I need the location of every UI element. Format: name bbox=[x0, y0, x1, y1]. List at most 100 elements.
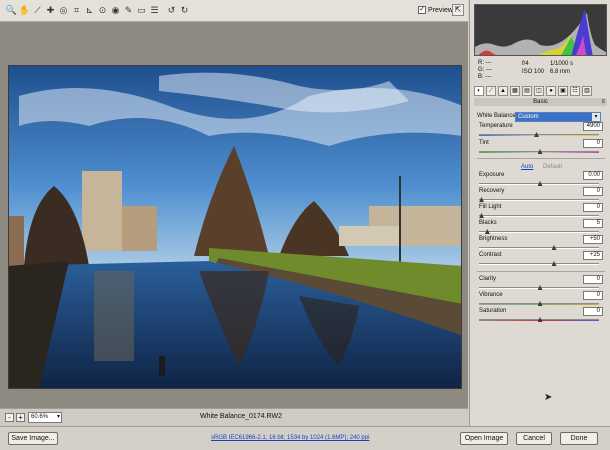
straighten-icon[interactable]: ⊾ bbox=[84, 5, 95, 16]
histogram-graph bbox=[475, 9, 606, 55]
tint-label: Tint bbox=[479, 140, 489, 146]
vibrance-value-field[interactable]: 0 bbox=[583, 291, 603, 300]
presets-tab-icon[interactable]: ☷ bbox=[570, 86, 580, 96]
auto-link[interactable]: Auto bbox=[521, 164, 533, 170]
contrast-value-field[interactable]: +25 bbox=[583, 251, 603, 260]
blacks-slider[interactable]: Blacks 5 bbox=[477, 219, 605, 236]
contrast-slider[interactable]: Contrast +25 bbox=[477, 251, 605, 268]
mouse-cursor-icon: ➤ bbox=[544, 392, 553, 403]
recovery-slider[interactable]: Recovery 0 bbox=[477, 187, 605, 204]
chevron-down-icon: ▾ bbox=[56, 414, 60, 420]
histogram bbox=[474, 4, 607, 56]
red-eye-icon[interactable]: ◉ bbox=[110, 5, 121, 16]
default-link[interactable]: Default bbox=[543, 164, 562, 170]
workflow-options-link[interactable]: sRGB IEC61966-2.1; 16 bit; 1534 by 1024 … bbox=[211, 435, 369, 441]
exposure-value-field[interactable]: 0.00 bbox=[583, 171, 603, 180]
white-balance-label: White Balance: bbox=[477, 113, 518, 119]
canvas-footer: - + 60.6% ▾ White Balance_0174.RW2 bbox=[0, 408, 468, 426]
adjustment-panel: R: --- G: --- B: --- f/4 1/1000 s ISO 100… bbox=[469, 0, 610, 426]
tool-group: 🔍 ✋ ⟋ ✚ ◎ ⌗ ⊾ ⊙ ◉ ✎ ▭ ☰ ↺ ↻ bbox=[6, 5, 192, 16]
bottom-bar: Save Image... sRGB IEC61966-2.1; 16 bit;… bbox=[0, 426, 610, 450]
white-balance-eyedropper-icon[interactable]: ⟋ bbox=[32, 5, 43, 16]
exposure-label: Exposure bbox=[479, 172, 505, 178]
hand-icon[interactable]: ✋ bbox=[19, 5, 30, 16]
clarity-slider[interactable]: Clarity 0 bbox=[477, 275, 605, 292]
preview-checkbox[interactable]: ✓ bbox=[418, 6, 426, 14]
panel-menu-icon[interactable]: ≡ bbox=[601, 98, 605, 106]
target-adjust-icon[interactable]: ◎ bbox=[58, 5, 69, 16]
temperature-value-field[interactable]: 4900 bbox=[583, 122, 603, 131]
clarity-label: Clarity bbox=[479, 276, 497, 282]
fill-light-label: Fill Light bbox=[479, 204, 502, 210]
done-button[interactable]: Done bbox=[560, 432, 598, 445]
snapshots-tab-icon[interactable]: ▥ bbox=[582, 86, 592, 96]
zoom-in-button[interactable]: + bbox=[16, 413, 25, 422]
divider bbox=[477, 271, 605, 272]
photo-preview[interactable] bbox=[8, 65, 462, 389]
basic-tab-icon[interactable]: ◐ bbox=[474, 86, 484, 96]
detail-tab-icon[interactable]: ▲ bbox=[498, 86, 508, 96]
temperature-label: Temperature bbox=[479, 123, 513, 129]
cancel-button[interactable]: Cancel bbox=[516, 432, 552, 445]
zoom-level-select[interactable]: 60.6% ▾ bbox=[28, 412, 62, 423]
white-balance-value: Custom bbox=[518, 114, 539, 120]
tint-value-field[interactable]: 0 bbox=[583, 139, 603, 148]
brightness-slider[interactable]: Brightness +50 bbox=[477, 235, 605, 252]
rotate-left-icon[interactable]: ↺ bbox=[166, 5, 177, 16]
preferences-icon[interactable]: ☰ bbox=[149, 5, 160, 16]
saturation-value-field[interactable]: 0 bbox=[583, 307, 603, 316]
split-toning-tab-icon[interactable]: ▤ bbox=[522, 86, 532, 96]
vibrance-label: Vibrance bbox=[479, 292, 503, 298]
graduated-filter-icon[interactable]: ▭ bbox=[136, 5, 147, 16]
fill-light-slider[interactable]: Fill Light 0 bbox=[477, 203, 605, 220]
brightness-track[interactable] bbox=[479, 247, 599, 249]
red-readout: R: --- bbox=[478, 60, 492, 66]
open-image-button[interactable]: Open Image bbox=[460, 432, 508, 445]
saturation-slider[interactable]: Saturation 0 bbox=[477, 307, 605, 324]
blacks-value-field[interactable]: 5 bbox=[583, 219, 603, 228]
white-balance-row: White Balance: Custom ▾ bbox=[477, 112, 605, 122]
temperature-track[interactable] bbox=[479, 134, 599, 136]
color-sampler-icon[interactable]: ✚ bbox=[45, 5, 56, 16]
recovery-track[interactable] bbox=[479, 199, 599, 201]
zoom-out-button[interactable]: - bbox=[5, 413, 14, 422]
saturation-label: Saturation bbox=[479, 308, 507, 314]
white-balance-select[interactable]: Custom ▾ bbox=[515, 112, 601, 122]
fill-light-track[interactable] bbox=[479, 215, 599, 217]
rotate-right-icon[interactable]: ↻ bbox=[179, 5, 190, 16]
tone-curve-tab-icon[interactable]: ⟋ bbox=[486, 86, 496, 96]
camera-info: f/4 1/1000 s ISO 100 6.8 mm bbox=[522, 60, 573, 76]
camera-calibration-tab-icon[interactable]: ▣ bbox=[558, 86, 568, 96]
preview-toggle[interactable]: ✓ Preview bbox=[418, 6, 453, 14]
clarity-value-field[interactable]: 0 bbox=[583, 275, 603, 284]
effects-tab-icon[interactable]: ● bbox=[546, 86, 556, 96]
file-name: White Balance_0174.RW2 bbox=[200, 413, 282, 420]
vibrance-slider[interactable]: Vibrance 0 bbox=[477, 291, 605, 308]
fill-light-value-field[interactable]: 0 bbox=[583, 203, 603, 212]
adjustment-brush-icon[interactable]: ✎ bbox=[123, 5, 134, 16]
blue-readout: B: --- bbox=[478, 74, 492, 80]
contrast-track[interactable] bbox=[479, 263, 599, 265]
fullscreen-toggle-icon[interactable]: ⇱ bbox=[452, 4, 464, 16]
image-canvas[interactable] bbox=[0, 22, 468, 408]
temperature-slider[interactable]: Temperature 4900 bbox=[477, 122, 605, 139]
recovery-label: Recovery bbox=[479, 188, 505, 194]
chevron-down-icon: ▾ bbox=[592, 113, 600, 121]
recovery-value-field[interactable]: 0 bbox=[583, 187, 603, 196]
zoom-level-value: 60.6% bbox=[31, 414, 49, 420]
lens-tab-icon[interactable]: ◫ bbox=[534, 86, 544, 96]
preview-label: Preview bbox=[428, 6, 453, 14]
aperture: f/4 bbox=[522, 61, 529, 67]
zoom-icon[interactable]: 🔍 bbox=[6, 5, 17, 16]
brightness-label: Brightness bbox=[479, 236, 508, 242]
exposure-slider[interactable]: Exposure 0.00 bbox=[477, 171, 605, 188]
blacks-track[interactable] bbox=[479, 231, 599, 233]
blacks-label: Blacks bbox=[479, 220, 497, 226]
save-image-button[interactable]: Save Image... bbox=[8, 432, 58, 445]
crop-icon[interactable]: ⌗ bbox=[71, 5, 82, 16]
spot-removal-icon[interactable]: ⊙ bbox=[97, 5, 108, 16]
hsl-tab-icon[interactable]: ▦ bbox=[510, 86, 520, 96]
brightness-value-field[interactable]: +50 bbox=[583, 235, 603, 244]
photo-image bbox=[9, 66, 461, 388]
tint-slider[interactable]: Tint 0 bbox=[477, 139, 605, 156]
